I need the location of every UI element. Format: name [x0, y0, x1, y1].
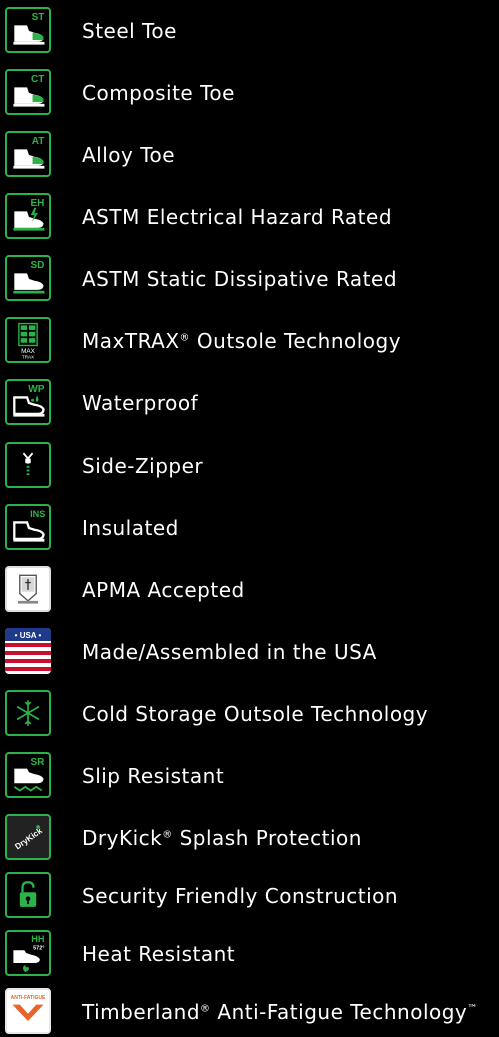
slip-resistant-icon: SR	[5, 752, 51, 798]
feature-row-alloy-toe: AT Alloy Toe	[0, 130, 499, 180]
feature-label: DryKick® Splash Protection	[82, 826, 362, 850]
label-rest: Splash Protection	[172, 826, 362, 850]
icon-code-text: • USA •	[15, 631, 42, 640]
feature-row-maxtrax: MAX TRAX MaxTRAX® Outsole Technology	[0, 316, 499, 366]
label-main: Timberland	[82, 1000, 201, 1024]
icon-temperature-text: 572°	[33, 945, 44, 951]
feature-label: Slip Resistant	[82, 764, 225, 788]
icon-code-text: HH	[31, 934, 44, 944]
feature-label: APMA Accepted	[82, 578, 245, 602]
side-zipper-icon	[5, 442, 51, 488]
registered-mark: ®	[179, 332, 191, 344]
icon-code-text: AT	[32, 136, 45, 147]
feature-label: Made/Assembled in the USA	[82, 640, 377, 664]
feature-row-steel-toe: ST Steel Toe	[0, 6, 499, 56]
insulated-icon: INS	[5, 504, 51, 550]
feature-row-insulated: INS Insulated	[0, 503, 499, 553]
registered-mark: ®	[200, 1003, 211, 1015]
feature-label: ASTM Electrical Hazard Rated	[82, 205, 393, 229]
feature-label: Timberland® Anti-Fatigue Technology™	[82, 1000, 478, 1024]
icon-code-text: ST	[32, 12, 46, 23]
label-main: MaxTRAX	[82, 329, 180, 353]
feature-label: Side-Zipper	[82, 454, 204, 478]
apma-seal-icon	[5, 566, 51, 612]
maxtrax-icon: MAX TRAX	[5, 317, 51, 363]
feature-row-anti-fatigue: ANTI-FATIGUE Timberland® Anti-Fatigue Te…	[0, 987, 499, 1037]
icon-code-text: SR	[30, 757, 45, 768]
feature-row-composite-toe: CT Composite Toe	[0, 68, 499, 118]
feature-row-heat-resistant: HH 572° Heat Resistant	[0, 929, 499, 979]
feature-row-waterproof: WP Waterproof	[0, 378, 499, 428]
icon-code-text: SD	[30, 260, 44, 271]
waterproof-icon: WP	[5, 379, 51, 425]
feature-label: ASTM Static Dissipative Rated	[82, 267, 398, 291]
feature-row-electrical-hazard: EH ASTM Electrical Hazard Rated	[0, 192, 499, 242]
registered-mark: ®	[162, 829, 173, 841]
feature-label: Alloy Toe	[82, 143, 176, 167]
label-main: DryKick	[82, 826, 163, 850]
feature-row-slip-resistant: SR Slip Resistant	[0, 751, 499, 801]
lock-icon	[5, 872, 51, 918]
feature-row-cold-storage: Cold Storage Outsole Technology	[0, 689, 499, 739]
feature-label: Steel Toe	[82, 19, 177, 43]
feature-row-side-zipper: Side-Zipper	[0, 441, 499, 491]
icon-code-text: CT	[31, 74, 45, 85]
drykick-icon: DryKick	[5, 814, 51, 860]
composite-toe-icon: CT	[5, 69, 51, 115]
feature-row-apma: APMA Accepted	[0, 565, 499, 615]
trademark-mark: ™	[467, 1003, 478, 1015]
alloy-toe-icon: AT	[5, 131, 51, 177]
feature-row-static-dissipative: SD ASTM Static Dissipative Rated	[0, 254, 499, 304]
electrical-hazard-icon: EH	[5, 193, 51, 239]
snowflake-icon	[5, 690, 51, 736]
anti-fatigue-icon: ANTI-FATIGUE	[5, 988, 51, 1034]
feature-row-security-friendly: Security Friendly Construction	[0, 871, 499, 921]
feature-label: Heat Resistant	[82, 942, 236, 966]
feature-label: Security Friendly Construction	[82, 884, 399, 908]
label-rest: Anti-Fatigue Technology	[210, 1000, 468, 1024]
label-rest: Outsole Technology	[190, 329, 402, 353]
steel-toe-icon: ST	[5, 7, 51, 53]
icon-code-text: ANTI-FATIGUE	[11, 995, 46, 1001]
feature-label: MaxTRAX® Outsole Technology	[82, 329, 401, 353]
icon-code-text: DryKick	[13, 826, 44, 851]
icon-code-text: WP	[28, 384, 44, 395]
icon-code-text: EH	[30, 198, 44, 209]
svg-text:TRAX: TRAX	[22, 354, 34, 359]
static-dissipative-icon: SD	[5, 255, 51, 301]
feature-label: Waterproof	[82, 391, 199, 415]
feature-row-drykick: DryKick DryKick® Splash Protection	[0, 813, 499, 863]
feature-label: Insulated	[82, 516, 179, 540]
feature-label: Composite Toe	[82, 81, 235, 105]
usa-flag-icon: • USA •	[5, 628, 51, 674]
feature-row-usa: • USA • Made/Assembled in the USA	[0, 627, 499, 677]
heat-resistant-icon: HH 572°	[5, 930, 51, 976]
feature-legend: ST Steel Toe CT Composite Toe AT Alloy T…	[0, 0, 499, 1034]
feature-label: Cold Storage Outsole Technology	[82, 702, 429, 726]
icon-code-text: INS	[30, 509, 45, 519]
